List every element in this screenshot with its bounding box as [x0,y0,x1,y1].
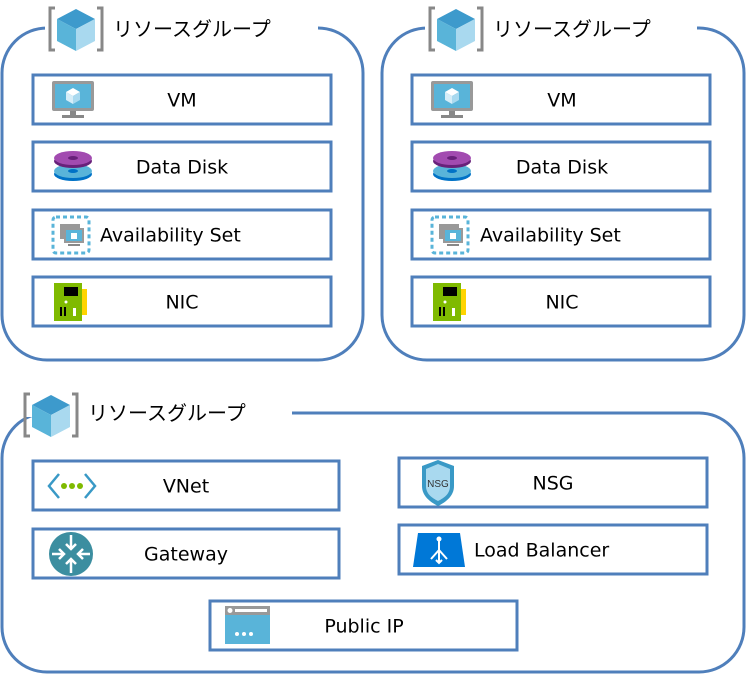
resource-nic[interactable]: NIC [31,275,333,328]
public-ip-icon [225,606,270,644]
resource-label: Public IP [324,616,403,638]
resource-group-label: リソースグループ [113,17,271,41]
resource-group-icon [23,392,79,439]
resource-availability-set[interactable]: Availability Set [31,208,333,261]
resource-vm[interactable]: VM [410,73,712,126]
resource-gateway[interactable]: Gateway [31,527,341,580]
resource-label: VNet [163,476,209,498]
resource-group-label: リソースグループ [88,401,246,425]
resource-data-disk[interactable]: Data Disk [31,140,333,193]
resource-label: VM [547,90,576,112]
load-balancer-icon [412,532,466,568]
resource-label: VM [167,90,196,112]
resource-group-icon [428,6,484,53]
resource-label: NIC [165,292,198,314]
resource-label: Gateway [144,544,228,566]
gateway-icon [47,530,95,578]
resource-label: Availability Set [100,225,241,247]
resource-load-balancer[interactable]: Load Balancer [397,523,709,576]
resource-group: リソースグループ VM Data Disk Availability Set NIC [380,6,746,362]
resource-label: Data Disk [516,157,608,179]
resource-public-ip[interactable]: Public IP [208,599,519,652]
resource-availability-set[interactable]: Availability Set [410,208,712,261]
resource-group-icon [48,6,104,53]
resource-group: リソースグループ VM Data Disk Availability Set NIC [0,6,365,362]
resource-group: リソースグループ VNet Gateway NSG Load Balancer Publi… [0,392,746,674]
resource-label: Availability Set [480,225,621,247]
resource-label: Load Balancer [474,540,609,562]
resource-data-disk[interactable]: Data Disk [410,140,712,193]
resource-nic[interactable]: NIC [410,275,712,328]
resource-label: NSG [533,473,574,495]
resource-label: Data Disk [136,157,228,179]
resource-label: NIC [545,292,578,314]
resource-vnet[interactable]: VNet [31,459,341,512]
resource-vm[interactable]: VM [31,73,333,126]
resource-group-diagram: NSG リソースグループ VM Data Disk Availability Set N… [0,6,746,674]
resource-group-label: リソースグループ [493,17,651,41]
resource-nsg[interactable]: NSG [397,456,709,509]
